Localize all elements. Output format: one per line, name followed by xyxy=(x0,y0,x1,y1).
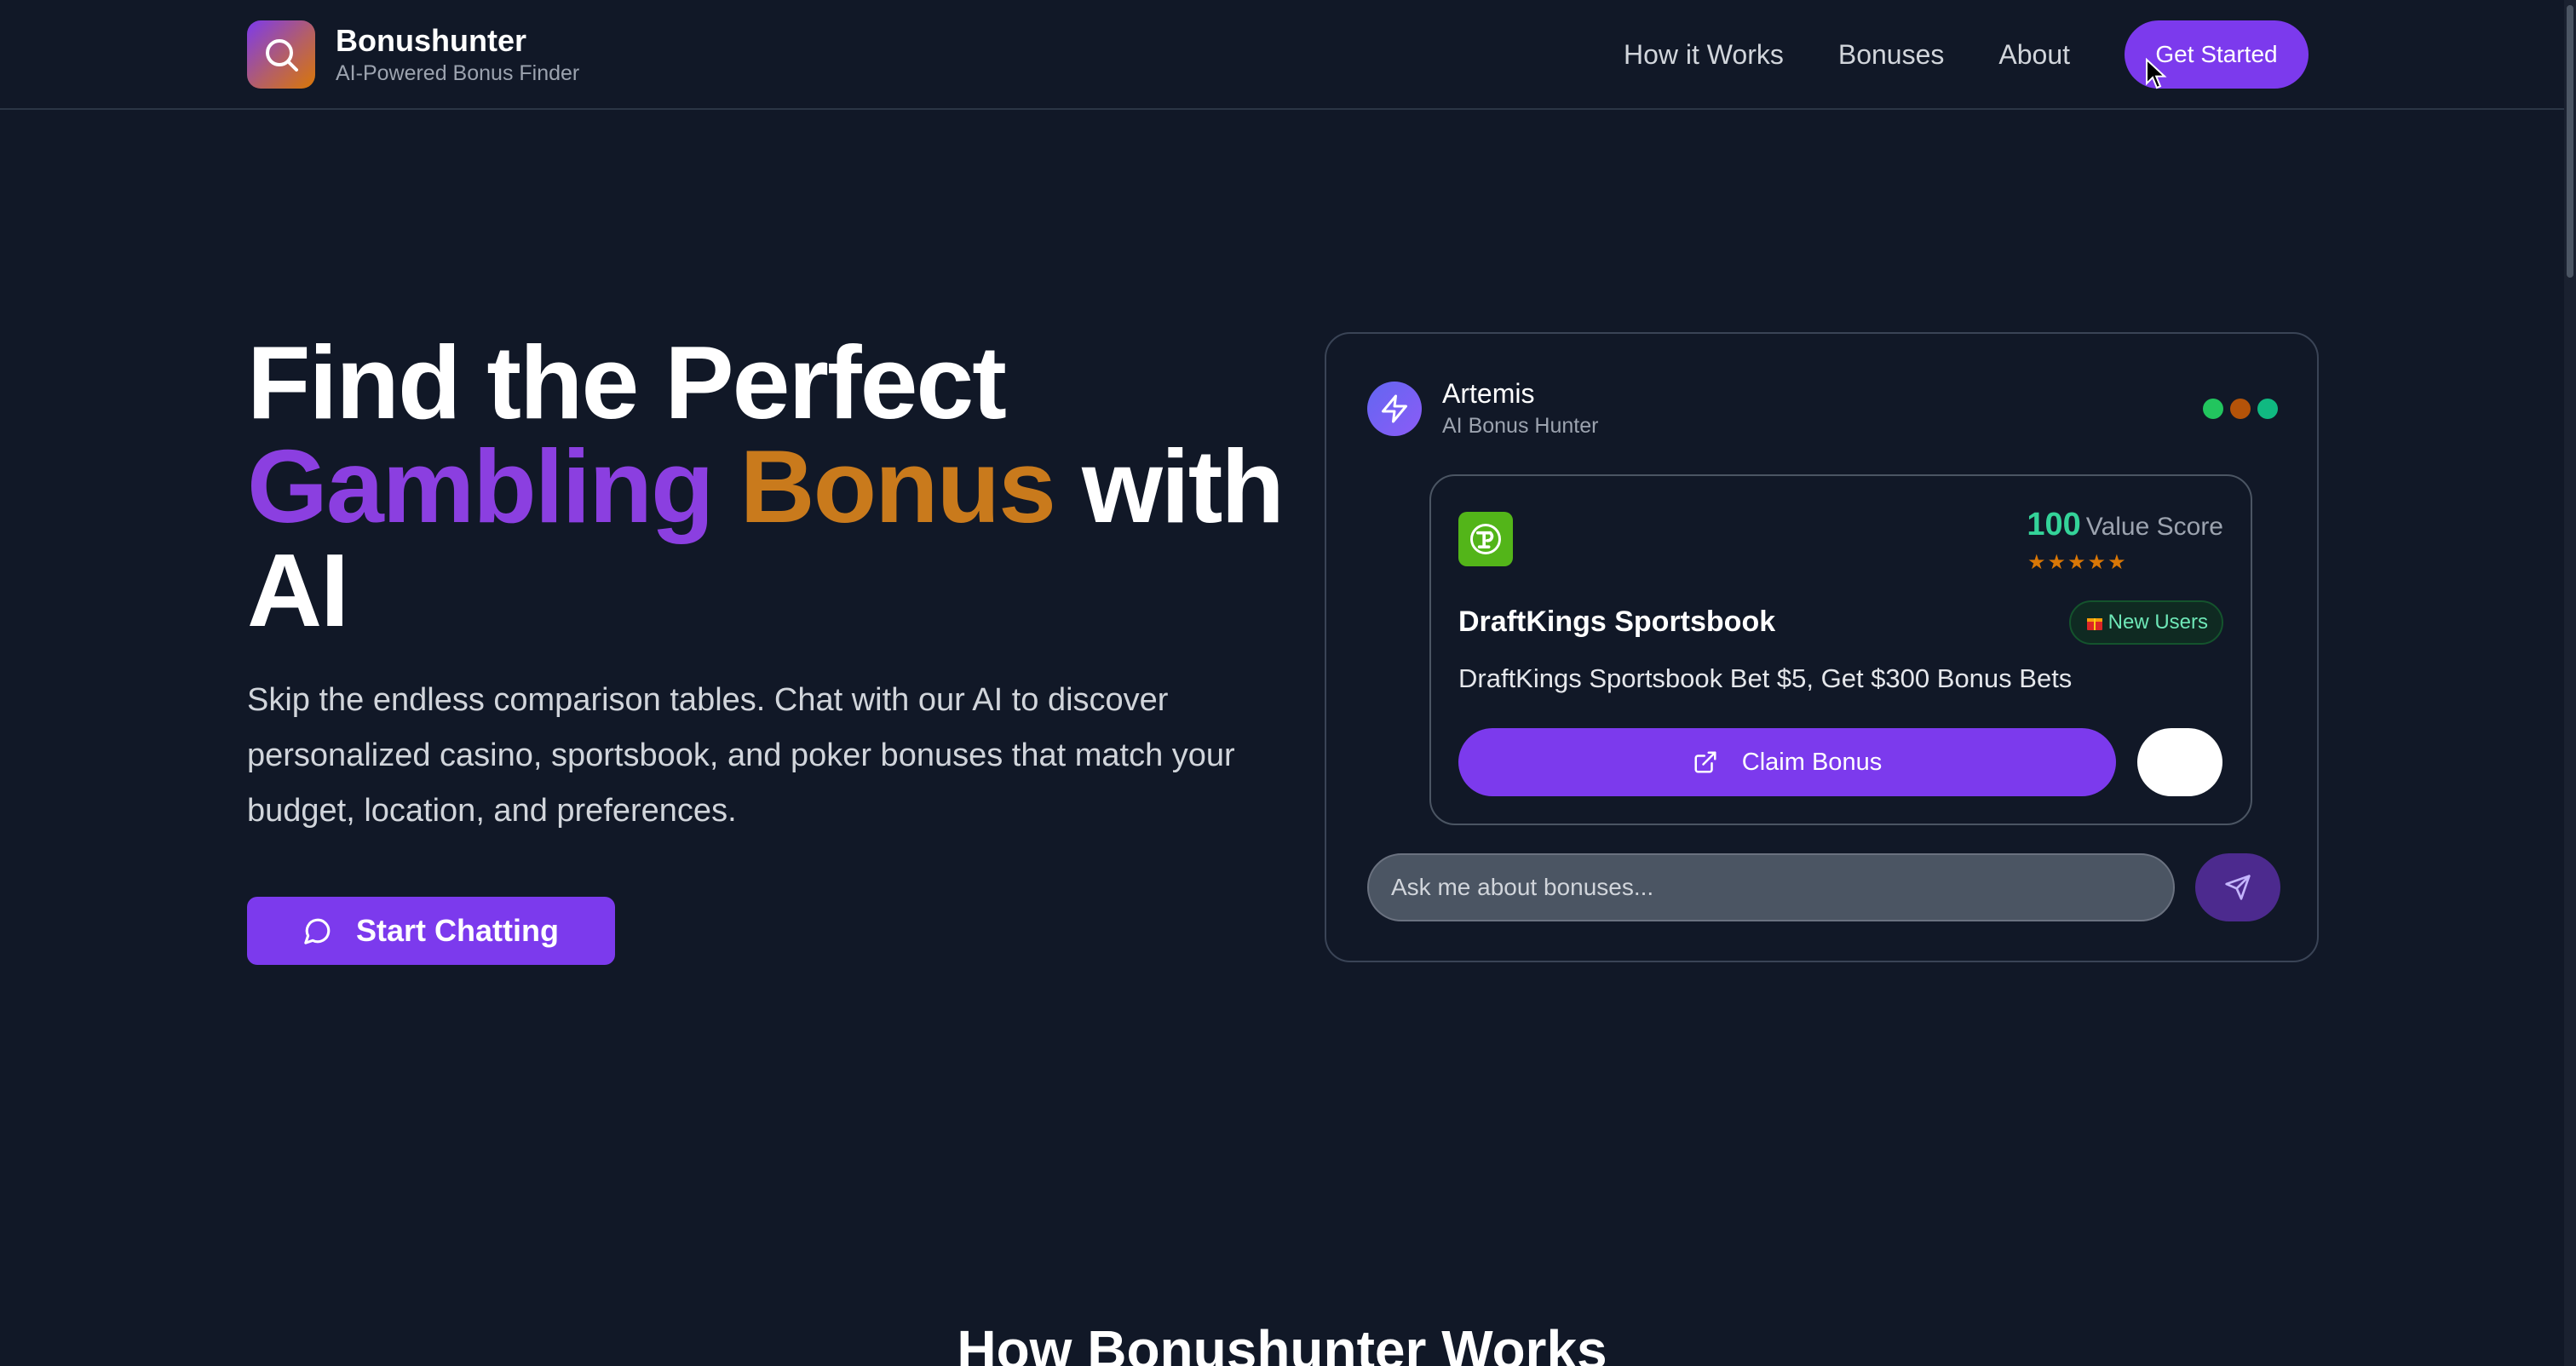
hero-title: Find the Perfect Gambling Bonus with AI xyxy=(247,330,1303,642)
nav-link-about[interactable]: About xyxy=(1998,39,2070,71)
new-users-badge: New Users xyxy=(2068,600,2223,645)
start-chatting-button[interactable]: Start Chatting xyxy=(247,897,615,965)
star-icon: ★ xyxy=(2067,551,2086,574)
star-icon: ★ xyxy=(2087,551,2107,574)
hero-title-gradient-word-1: Gambling xyxy=(247,428,715,544)
offer-description: DraftKings Sportsbook Bet $5, Get $300 B… xyxy=(1458,663,2073,693)
external-link-icon xyxy=(1693,749,1718,775)
page: Bonushunter AI-Powered Bonus Finder How … xyxy=(0,0,2576,1366)
star-icon: ★ xyxy=(2047,551,2067,574)
hero-title-after: with xyxy=(1081,428,1285,544)
chat-bubble-icon xyxy=(303,916,332,945)
nav-links: How it Works Bonuses About Get Started xyxy=(1624,20,2309,89)
chat-message-input[interactable] xyxy=(1367,853,2175,921)
hero-description: Skip the endless comparison tables. Chat… xyxy=(247,682,1235,829)
how-it-works-heading: How Bonushunter Works xyxy=(957,1319,1607,1366)
send-button[interactable] xyxy=(2195,853,2280,921)
status-dot-amber xyxy=(2230,399,2251,419)
brand[interactable]: Bonushunter AI-Powered Bonus Finder xyxy=(247,20,579,89)
start-chatting-label: Start Chatting xyxy=(356,913,559,948)
chat-preview-card: Artemis AI Bonus Hunter 100 Value Score ★… xyxy=(1325,332,2319,962)
secondary-action-button[interactable] xyxy=(2137,728,2222,796)
status-dot-green xyxy=(2203,399,2223,419)
lightning-icon xyxy=(1367,382,1422,436)
agent-name: Artemis xyxy=(1442,378,1535,409)
star-icon: ★ xyxy=(2107,551,2126,574)
hero-title-gradient-word-2: Bonus xyxy=(739,428,1057,544)
offer-name: DraftKings Sportsbook xyxy=(1458,606,1776,638)
value-score: 100 Value Score xyxy=(2027,507,2223,543)
nav-link-how-it-works[interactable]: How it Works xyxy=(1624,39,1784,71)
brand-tagline: AI-Powered Bonus Finder xyxy=(336,61,580,85)
status-dot-teal xyxy=(2257,399,2278,419)
nav-link-bonuses[interactable]: Bonuses xyxy=(1838,39,1945,71)
hero-title-line1: Find the Perfect xyxy=(247,324,1007,440)
claim-bonus-button[interactable]: Claim Bonus xyxy=(1458,728,2116,796)
draftkings-logo-icon xyxy=(1458,512,1513,566)
claim-bonus-label: Claim Bonus xyxy=(1741,748,1883,776)
agent-role: AI Bonus Hunter xyxy=(1442,414,1599,438)
search-icon xyxy=(247,20,315,89)
status-dots xyxy=(2196,399,2278,419)
value-score-label: Value Score xyxy=(2085,513,2223,541)
gift-icon xyxy=(2084,612,2105,633)
new-users-badge-label: New Users xyxy=(2107,611,2208,634)
star-icon: ★ xyxy=(2027,551,2046,574)
send-icon xyxy=(2224,874,2251,901)
page-scrollbar[interactable] xyxy=(2564,0,2576,1366)
rating-stars: ★ ★ ★ ★ ★ xyxy=(2027,553,2128,573)
scrollbar-thumb[interactable] xyxy=(2567,5,2573,278)
mouse-cursor-icon xyxy=(2145,57,2167,95)
brand-name: Bonushunter xyxy=(336,23,526,58)
value-score-number: 100 xyxy=(2027,507,2081,542)
hero-title-line3: AI xyxy=(247,532,349,648)
top-navbar: Bonushunter AI-Powered Bonus Finder How … xyxy=(0,0,2564,110)
bonus-offer-card: 100 Value Score ★ ★ ★ ★ ★ DraftKings Spor… xyxy=(1429,474,2252,825)
